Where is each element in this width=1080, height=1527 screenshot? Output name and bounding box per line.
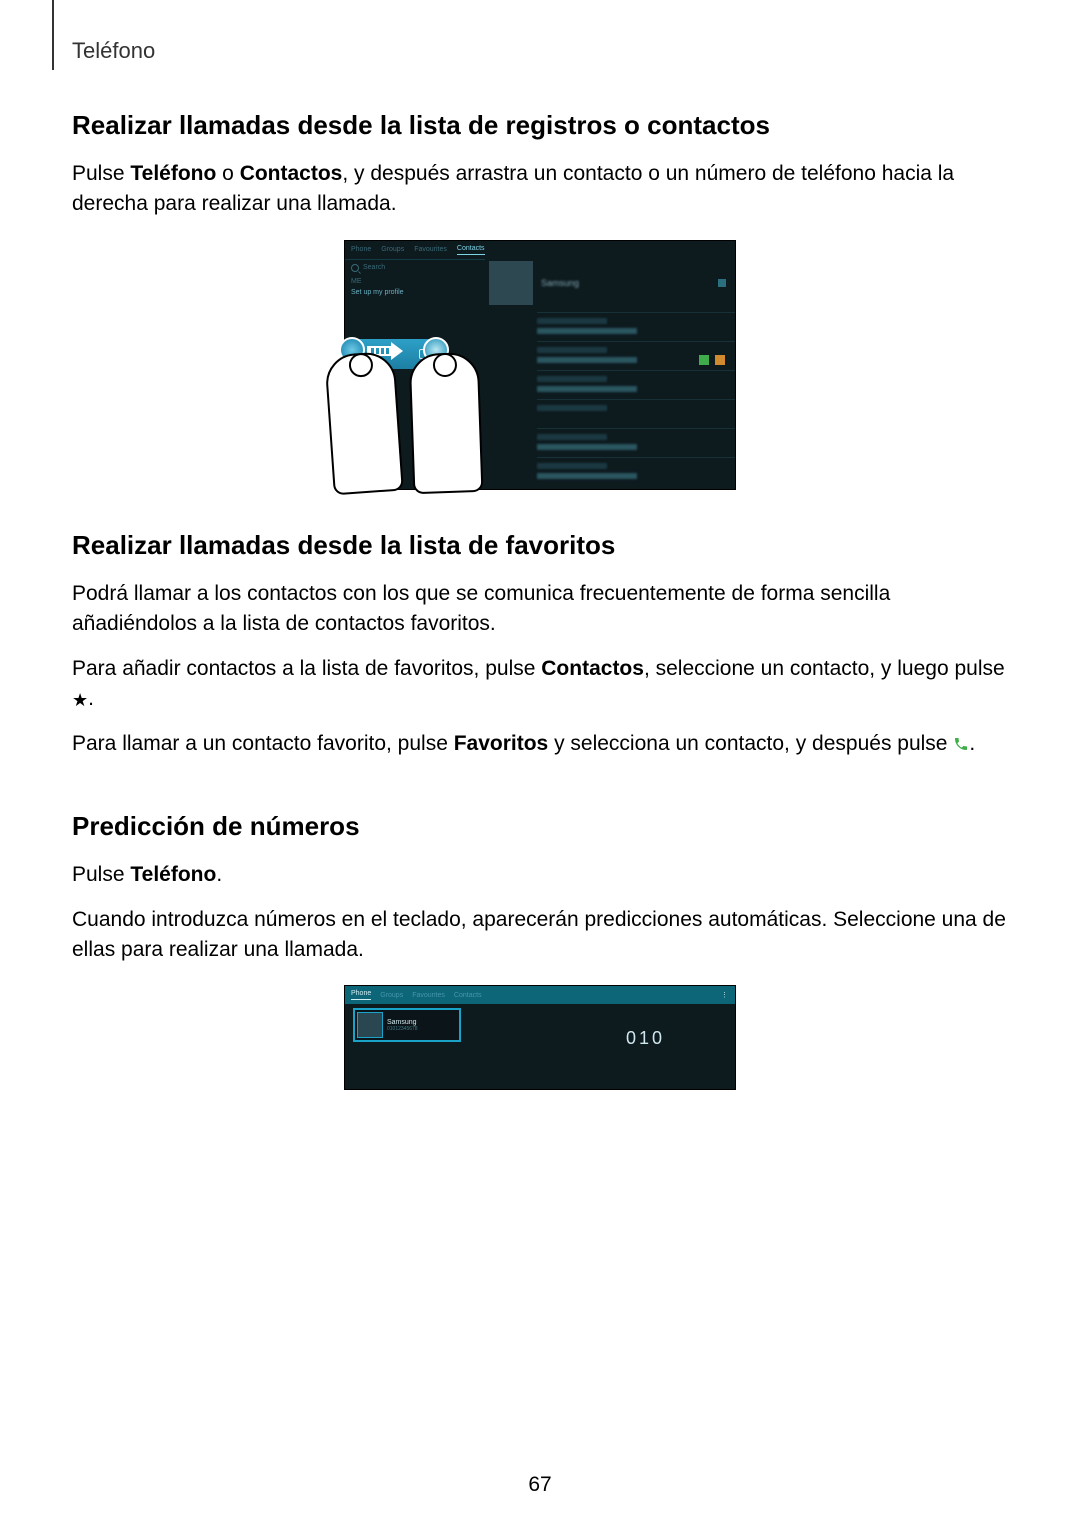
screenshot-number-prediction: Phone Groups Favourites Contacts ⋮ Samsu…: [344, 985, 736, 1090]
heading-prediction: Predicción de números: [72, 811, 1008, 842]
call-icon: [953, 731, 969, 747]
paragraph-fav-call: Para llamar a un contacto favorito, puls…: [72, 729, 1008, 759]
star-icon: [718, 279, 726, 287]
prediction-avatar: [357, 1012, 383, 1038]
heading-logs-contacts: Realizar llamadas desde la lista de regi…: [72, 110, 1008, 141]
figure-number-prediction: Phone Groups Favourites Contacts ⋮ Samsu…: [72, 985, 1008, 1090]
page-content: Realizar llamadas desde la lista de regi…: [72, 110, 1008, 1130]
page-number: 67: [0, 1473, 1080, 1497]
star-icon: ★: [72, 691, 88, 709]
paragraph-pred-1: Pulse Teléfono.: [72, 860, 1008, 890]
prediction-card: Samsung 01012345678: [353, 1008, 461, 1042]
bold-telefono-2: Teléfono: [130, 863, 216, 886]
header-rule: [52, 0, 54, 70]
search-icon: [351, 264, 359, 272]
contact-avatar: [489, 261, 533, 305]
message-icon: [715, 355, 725, 365]
overflow-icon: ⋮: [721, 991, 729, 999]
paragraph-logs-contacts: Pulse Teléfono o Contactos, y después ar…: [72, 159, 1008, 220]
dialed-number: 010: [626, 1028, 665, 1049]
bold-contactos-2: Contactos: [541, 657, 644, 680]
paragraph-fav-add: Para añadir contactos a la lista de favo…: [72, 654, 1008, 715]
figure-swipe-to-call: Phone Groups Favourites Contacts Search …: [72, 240, 1008, 490]
hand-illustration: [324, 351, 404, 496]
heading-favorites: Realizar llamadas desde la lista de favo…: [72, 530, 1008, 561]
paragraph-fav-intro: Podrá llamar a los contactos con los que…: [72, 579, 1008, 640]
paragraph-pred-2: Cuando introduzca números en el teclado,…: [72, 905, 1008, 966]
hand-illustration: [409, 352, 484, 494]
bold-telefono: Teléfono: [130, 162, 216, 185]
screenshot-contacts-swipe: Phone Groups Favourites Contacts Search …: [344, 240, 736, 490]
bold-favoritos: Favoritos: [454, 732, 549, 755]
bold-contactos: Contactos: [240, 162, 343, 185]
call-icon: [699, 355, 709, 365]
page-header-section: Teléfono: [72, 38, 155, 64]
